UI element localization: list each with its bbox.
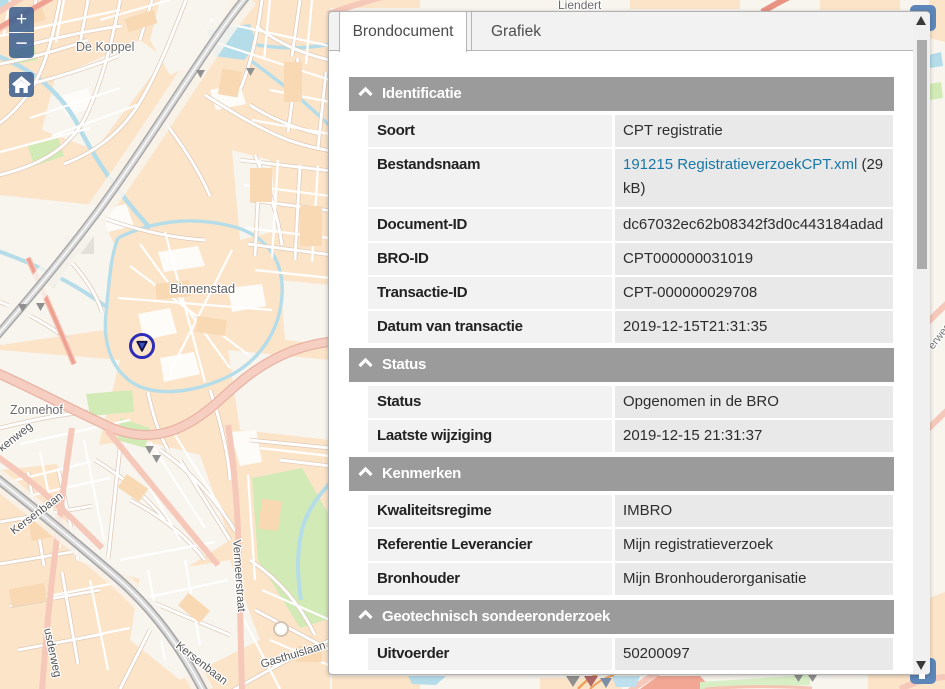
svg-text:Binnenstad: Binnenstad	[170, 281, 235, 296]
svg-text:De Koppel: De Koppel	[76, 40, 134, 54]
svg-text:Zonnehof: Zonnehof	[10, 403, 63, 417]
